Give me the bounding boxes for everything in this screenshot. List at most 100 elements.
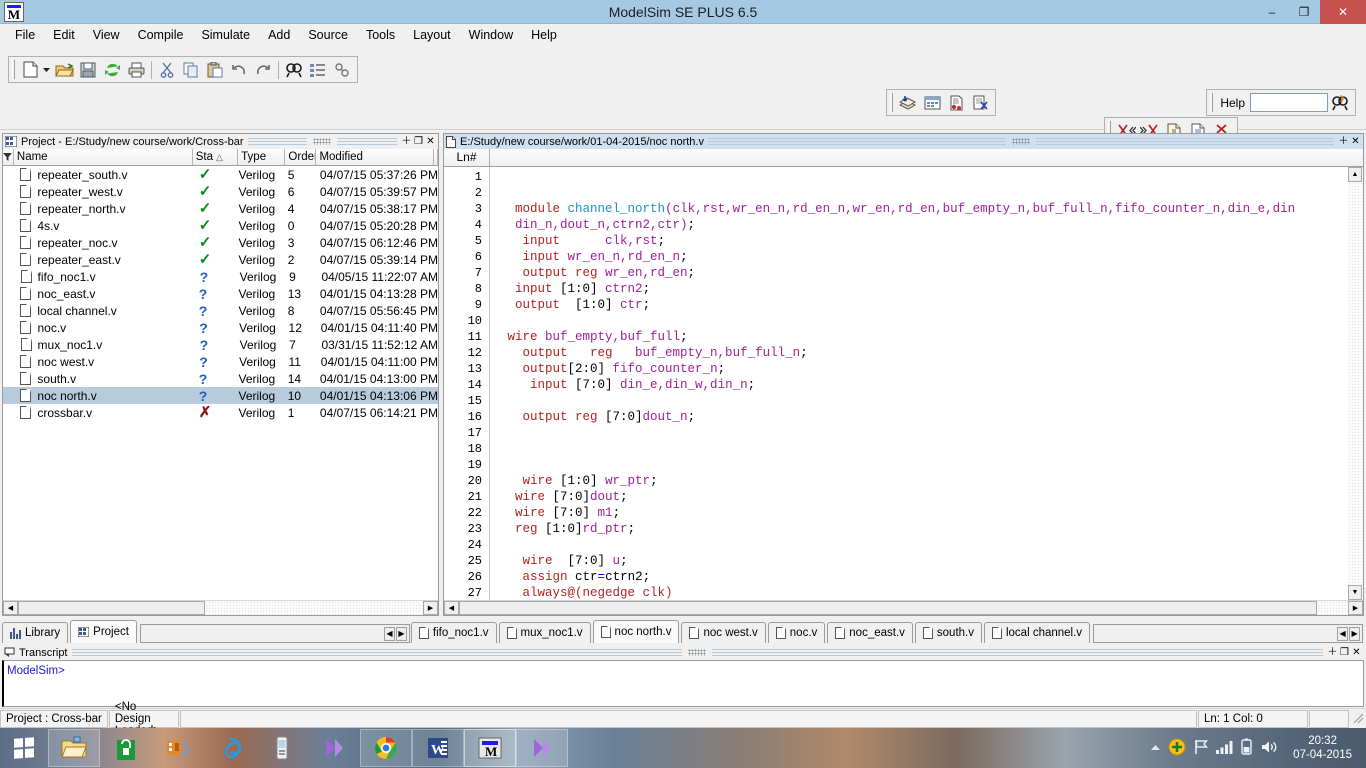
menu-simulate[interactable]: Simulate — [192, 26, 259, 44]
compile-toolbar-grip[interactable] — [890, 93, 893, 112]
menu-edit[interactable]: Edit — [44, 26, 84, 44]
file-explorer-icon[interactable] — [48, 729, 100, 767]
internet-explorer-icon[interactable] — [204, 729, 256, 767]
table-row[interactable]: fifo_noc1.v? Verilog 9 04/05/15 11:22:07 AM — [3, 268, 438, 285]
scrollbar-thumb[interactable] — [18, 601, 205, 615]
project-pane-dock-button[interactable]: ＋ — [401, 136, 412, 147]
project-horizontal-scrollbar[interactable]: ◀ ▶ — [3, 600, 438, 615]
scroll-down-arrow-icon[interactable]: ▼ — [1348, 585, 1362, 600]
source-tabs-scroll-right-icon[interactable]: ▶ — [1349, 626, 1361, 641]
compile-icon[interactable] — [896, 91, 920, 114]
modelsim-icon[interactable]: M — [464, 729, 516, 767]
editor-scrollbar-thumb[interactable] — [459, 601, 1317, 615]
table-row[interactable]: 4s.v ✓ Verilog 0 04/07/15 05:20:28 PM — [3, 217, 438, 234]
table-row[interactable]: crossbar.v ✗ Verilog 1 04/07/15 06:14:21 PM — [3, 404, 438, 421]
column-header-name[interactable]: Name — [13, 149, 193, 165]
column-header-order[interactable]: Order — [285, 149, 317, 165]
movies-tv-icon[interactable] — [308, 729, 360, 767]
tab-library[interactable]: Library — [2, 622, 69, 643]
microsoft-word-icon[interactable]: W — [412, 729, 464, 767]
menu-add[interactable]: Add — [259, 26, 299, 44]
source-tab[interactable]: fifo_noc1.v — [410, 622, 497, 643]
table-row[interactable]: south.v? Verilog 14 04/01/15 04:13:00 PM — [3, 370, 438, 387]
show-hidden-icons-chevron[interactable] — [1150, 741, 1161, 755]
menu-window[interactable]: Window — [460, 26, 522, 44]
reload-icon[interactable] — [100, 58, 124, 81]
editor-scrollbar-track[interactable] — [1317, 601, 1348, 615]
transcript-drag-grip[interactable] — [688, 649, 707, 656]
battery-icon[interactable] — [1241, 738, 1253, 758]
table-row[interactable]: repeater_south.v ✓ Verilog 5 04/07/15 05:37:… — [3, 166, 438, 183]
scroll-left-arrow-icon[interactable]: ◀ — [3, 601, 18, 615]
column-header-status[interactable]: Sta △ — [192, 149, 239, 165]
table-row[interactable]: repeater_east.v ✓ Verilog 2 04/07/15 05:39:1… — [3, 251, 438, 268]
phone-companion-icon[interactable] — [256, 729, 308, 767]
menu-file[interactable]: File — [6, 26, 44, 44]
new-file-dropdown-icon[interactable] — [42, 58, 52, 81]
redo-icon[interactable] — [251, 58, 275, 81]
table-row[interactable]: noc west.v? Verilog 11 04/01/15 04:11:00 PM — [3, 353, 438, 370]
print-icon[interactable] — [124, 58, 148, 81]
source-code-text[interactable]: module channel_north(clk,rst,wr_en_n,rd_… — [490, 167, 1348, 600]
undo-icon[interactable] — [227, 58, 251, 81]
scrollbar-track[interactable] — [205, 601, 423, 615]
table-row[interactable]: noc_east.v? Verilog 13 04/01/15 04:13:28 PM — [3, 285, 438, 302]
help-search-icon[interactable] — [1328, 91, 1352, 114]
project-pane-maximize-button[interactable]: ❐ — [413, 136, 424, 147]
properties-icon[interactable] — [330, 58, 354, 81]
source-tab[interactable]: noc west.v — [681, 622, 766, 643]
table-row[interactable]: repeater_noc.v ✓ Verilog 3 04/07/15 06:12:46… — [3, 234, 438, 251]
menu-view[interactable]: View — [84, 26, 129, 44]
compile-report-icon[interactable] — [944, 91, 968, 114]
filter-icon[interactable] — [3, 149, 14, 165]
menu-source[interactable]: Source — [299, 26, 357, 44]
find-icon[interactable] — [282, 58, 306, 81]
taskbar-clock[interactable]: 20:32 07-04-2015 — [1285, 734, 1360, 762]
transcript-dock-button[interactable]: ＋ — [1327, 647, 1338, 658]
media-player-icon[interactable] — [152, 729, 204, 767]
source-tab[interactable]: noc north.v — [592, 620, 680, 643]
new-file-icon[interactable] — [18, 58, 42, 81]
table-row[interactable]: noc.v? Verilog 12 04/01/15 04:11:40 PM — [3, 319, 438, 336]
save-icon[interactable] — [76, 58, 100, 81]
google-chrome-icon[interactable] — [360, 729, 412, 767]
help-search-input[interactable] — [1250, 93, 1328, 112]
list-icon[interactable] — [306, 58, 330, 81]
open-folder-icon[interactable] — [52, 58, 76, 81]
tab-project[interactable]: Project — [70, 620, 137, 643]
compile-all-icon[interactable] — [920, 91, 944, 114]
cut-icon[interactable] — [155, 58, 179, 81]
source-tab[interactable]: noc.v — [767, 622, 826, 643]
project-pane-close-button[interactable]: ✕ — [425, 136, 436, 147]
compile-cancel-icon[interactable] — [968, 91, 992, 114]
editor-vertical-scrollbar[interactable]: ▲ ▼ — [1348, 167, 1363, 600]
help-toolbar-grip[interactable] — [1210, 93, 1214, 112]
editor-horizontal-scrollbar[interactable]: ◀ ▶ — [444, 600, 1363, 615]
scroll-up-arrow-icon[interactable]: ▲ — [1348, 167, 1362, 182]
source-tabs-scroll-left-icon[interactable]: ◀ — [1337, 626, 1349, 641]
network-signal-icon[interactable] — [1216, 740, 1234, 757]
windows-store-icon[interactable] — [100, 729, 152, 767]
resize-grip-icon[interactable] — [1350, 710, 1366, 728]
tabs-scroll-left-icon[interactable]: ◀ — [383, 626, 395, 641]
table-row[interactable]: mux_noc1.v? Verilog 7 03/31/15 11:52:12 AM — [3, 336, 438, 353]
table-row[interactable]: repeater_west.v ✓ Verilog 6 04/07/15 05:39:5… — [3, 183, 438, 200]
pane-drag-grip[interactable] — [313, 138, 332, 145]
table-row[interactable]: local channel.v? Verilog 8 04/07/15 05:56:4… — [3, 302, 438, 319]
transcript-close-button[interactable]: ✕ — [1351, 647, 1362, 658]
editor-pane-close-button[interactable]: ✕ — [1350, 136, 1361, 147]
menu-tools[interactable]: Tools — [357, 26, 404, 44]
editor-pane-dock-button[interactable]: ＋ — [1338, 136, 1349, 147]
menu-help[interactable]: Help — [522, 26, 566, 44]
editor-drag-grip[interactable] — [1011, 138, 1030, 145]
transcript-maximize-button[interactable]: ❐ — [1339, 647, 1350, 658]
source-tab[interactable]: south.v — [914, 622, 982, 643]
transcript-console[interactable]: ModelSim> — [2, 660, 1364, 707]
editor-scroll-left-arrow-icon[interactable]: ◀ — [444, 601, 459, 615]
copy-icon[interactable] — [179, 58, 203, 81]
table-row[interactable]: noc north.v? Verilog 10 04/01/15 04:13:06 P… — [3, 387, 438, 404]
menu-layout[interactable]: Layout — [404, 26, 460, 44]
tabs-scroll-right-icon[interactable]: ▶ — [395, 626, 407, 641]
source-tab[interactable]: mux_noc1.v — [498, 622, 591, 643]
scroll-right-arrow-icon[interactable]: ▶ — [423, 601, 438, 615]
